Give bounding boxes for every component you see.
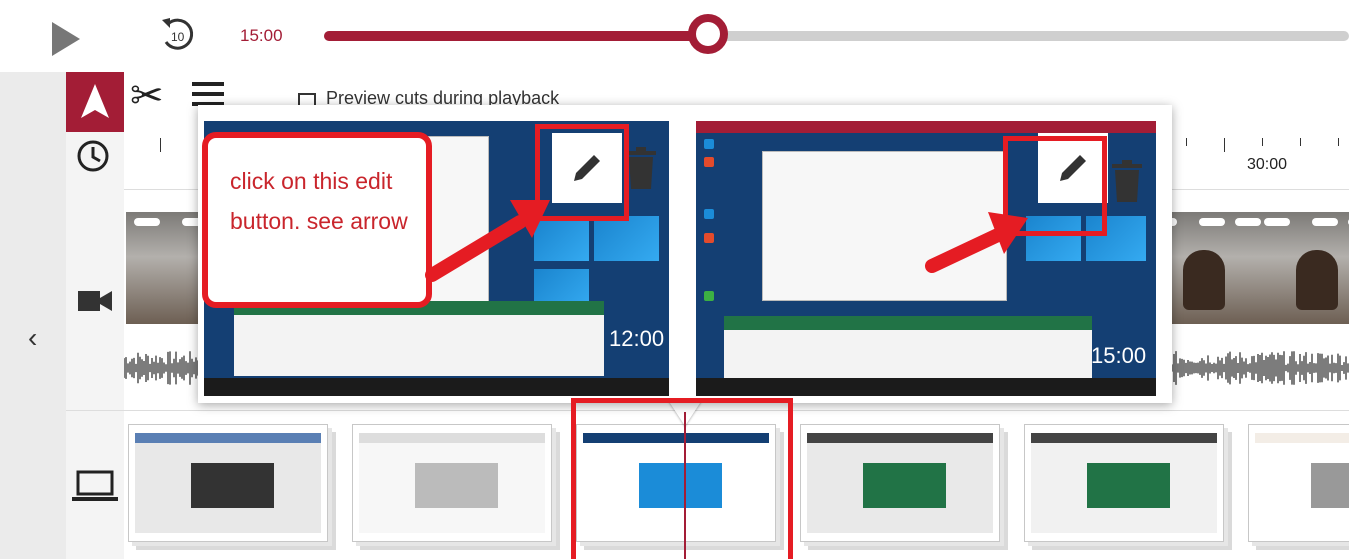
screen-clip-thumbnail[interactable] — [352, 424, 552, 542]
annotation-arrow — [925, 212, 1028, 273]
thumbnail-titlebar — [359, 433, 545, 443]
trash-icon[interactable] — [624, 147, 658, 189]
seek-handle[interactable] — [688, 14, 728, 54]
chevron-left-icon[interactable]: ‹ — [28, 322, 37, 354]
windows-logo — [594, 216, 659, 261]
play-button[interactable] — [52, 22, 80, 56]
excel-window — [234, 301, 604, 376]
screen-clip-thumbnail[interactable] — [128, 424, 328, 542]
thumbnail-content — [135, 433, 321, 533]
thumbnail-window — [190, 463, 275, 508]
thumbnail-content — [807, 433, 993, 533]
video-editor: 10 15:00 ‹ ✂ Preview cuts during playbac… — [0, 0, 1349, 559]
desktop-icon — [704, 157, 714, 167]
clip-time: 15:00 — [1091, 343, 1147, 368]
thumbnail-window — [414, 463, 499, 508]
thumbnail-window — [862, 463, 947, 508]
laptop-icon — [72, 470, 118, 501]
select-tool-button[interactable] — [66, 72, 124, 132]
ceiling-light — [1264, 218, 1290, 226]
camera-frame-thumbnail — [1256, 212, 1349, 324]
screen-clip-thumbnail[interactable] — [1024, 424, 1224, 542]
thumbnail-content — [1255, 433, 1349, 533]
ceiling-light — [1312, 218, 1338, 226]
annotation-text: click on this edit button. see arrow — [230, 168, 408, 234]
rewind-10-button[interactable]: 10 — [158, 14, 198, 56]
pointer-icon — [81, 84, 109, 118]
svg-text:10: 10 — [171, 30, 185, 44]
screen-clip-thumbnail[interactable] — [1248, 424, 1349, 542]
thumbnail-titlebar — [1031, 433, 1217, 443]
desktop-icon — [704, 291, 714, 301]
screen-clip-thumbnail[interactable] — [800, 424, 1000, 542]
rewind-icon: 10 — [162, 18, 194, 50]
desktop-icon — [704, 233, 714, 243]
annotation-arrow — [425, 200, 550, 282]
taskbar — [204, 378, 669, 396]
current-time: 15:00 — [240, 26, 283, 45]
ruler-tick — [1186, 138, 1187, 146]
presenter — [1296, 250, 1338, 310]
thumbnail-content — [359, 433, 545, 533]
taskbar — [696, 378, 1156, 396]
ceiling-light — [134, 218, 160, 226]
window-titlebar — [696, 121, 1156, 133]
scissors-icon[interactable]: ✂ — [130, 76, 164, 116]
ceiling-light — [1199, 218, 1225, 226]
ruler-tick — [1338, 138, 1339, 146]
thumbnail-window — [1086, 463, 1171, 508]
ruler-tick — [1262, 138, 1263, 146]
presenter — [1183, 250, 1225, 310]
ruler-tick — [1300, 138, 1301, 146]
seek-progress — [324, 31, 708, 41]
thumbnail-titlebar — [807, 433, 993, 443]
ruler-tick — [160, 138, 161, 152]
ruler-label: 30:00 — [1247, 156, 1288, 173]
desktop-icon — [704, 209, 714, 219]
left-rail — [0, 72, 66, 559]
camera-icon — [78, 291, 112, 311]
thumbnail-titlebar — [135, 433, 321, 443]
trash-icon[interactable] — [1110, 160, 1144, 202]
desktop-icon — [704, 139, 714, 149]
thumbnail-titlebar — [1255, 433, 1349, 443]
ceiling-light — [1235, 218, 1261, 226]
thumbnail-window — [1310, 463, 1349, 508]
clock-icon — [77, 140, 109, 172]
highlight-box — [571, 398, 793, 559]
clip-time: 12:00 — [609, 326, 665, 351]
ruler-tick — [1224, 138, 1225, 152]
excel-window — [724, 316, 1092, 378]
thumbnail-content — [1031, 433, 1217, 533]
